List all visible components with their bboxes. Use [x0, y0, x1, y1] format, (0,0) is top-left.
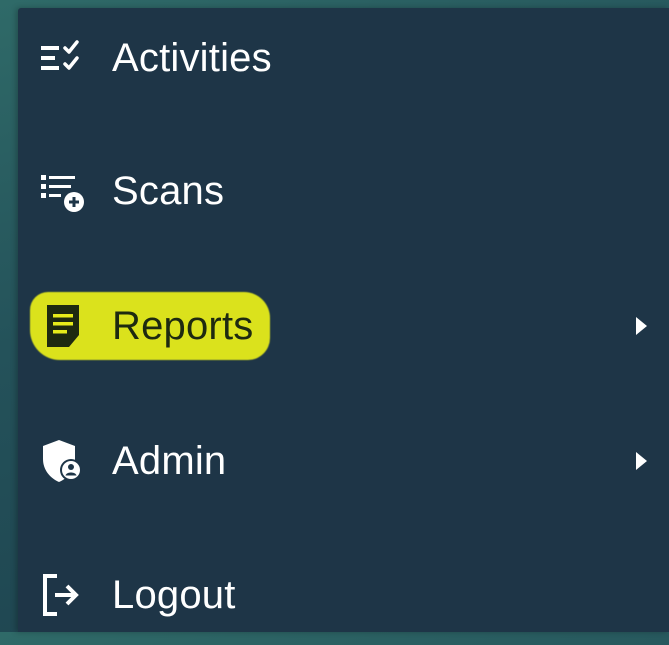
chevron-right-icon [636, 452, 647, 470]
menu-item-label: Scans [112, 169, 225, 213]
chevron-right-icon [636, 317, 647, 335]
menu-item-admin[interactable]: Admin [18, 411, 669, 511]
report-document-icon [38, 301, 88, 351]
menu-item-label: Activities [112, 36, 272, 80]
menu-item-scans[interactable]: Scans [18, 141, 669, 241]
menu-item-label: Admin [112, 439, 227, 483]
navigation-menu: Activities Scans Reports Admin Logout [18, 8, 669, 632]
scan-list-add-icon [38, 166, 88, 216]
admin-shield-icon [38, 436, 88, 486]
menu-item-logout[interactable]: Logout [18, 545, 669, 645]
menu-item-label: Logout [112, 573, 236, 617]
menu-item-reports[interactable]: Reports [18, 276, 669, 376]
menu-item-activities[interactable]: Activities [18, 8, 669, 108]
menu-item-label: Reports [112, 304, 254, 348]
checklist-icon [38, 33, 88, 83]
logout-icon [38, 570, 88, 620]
